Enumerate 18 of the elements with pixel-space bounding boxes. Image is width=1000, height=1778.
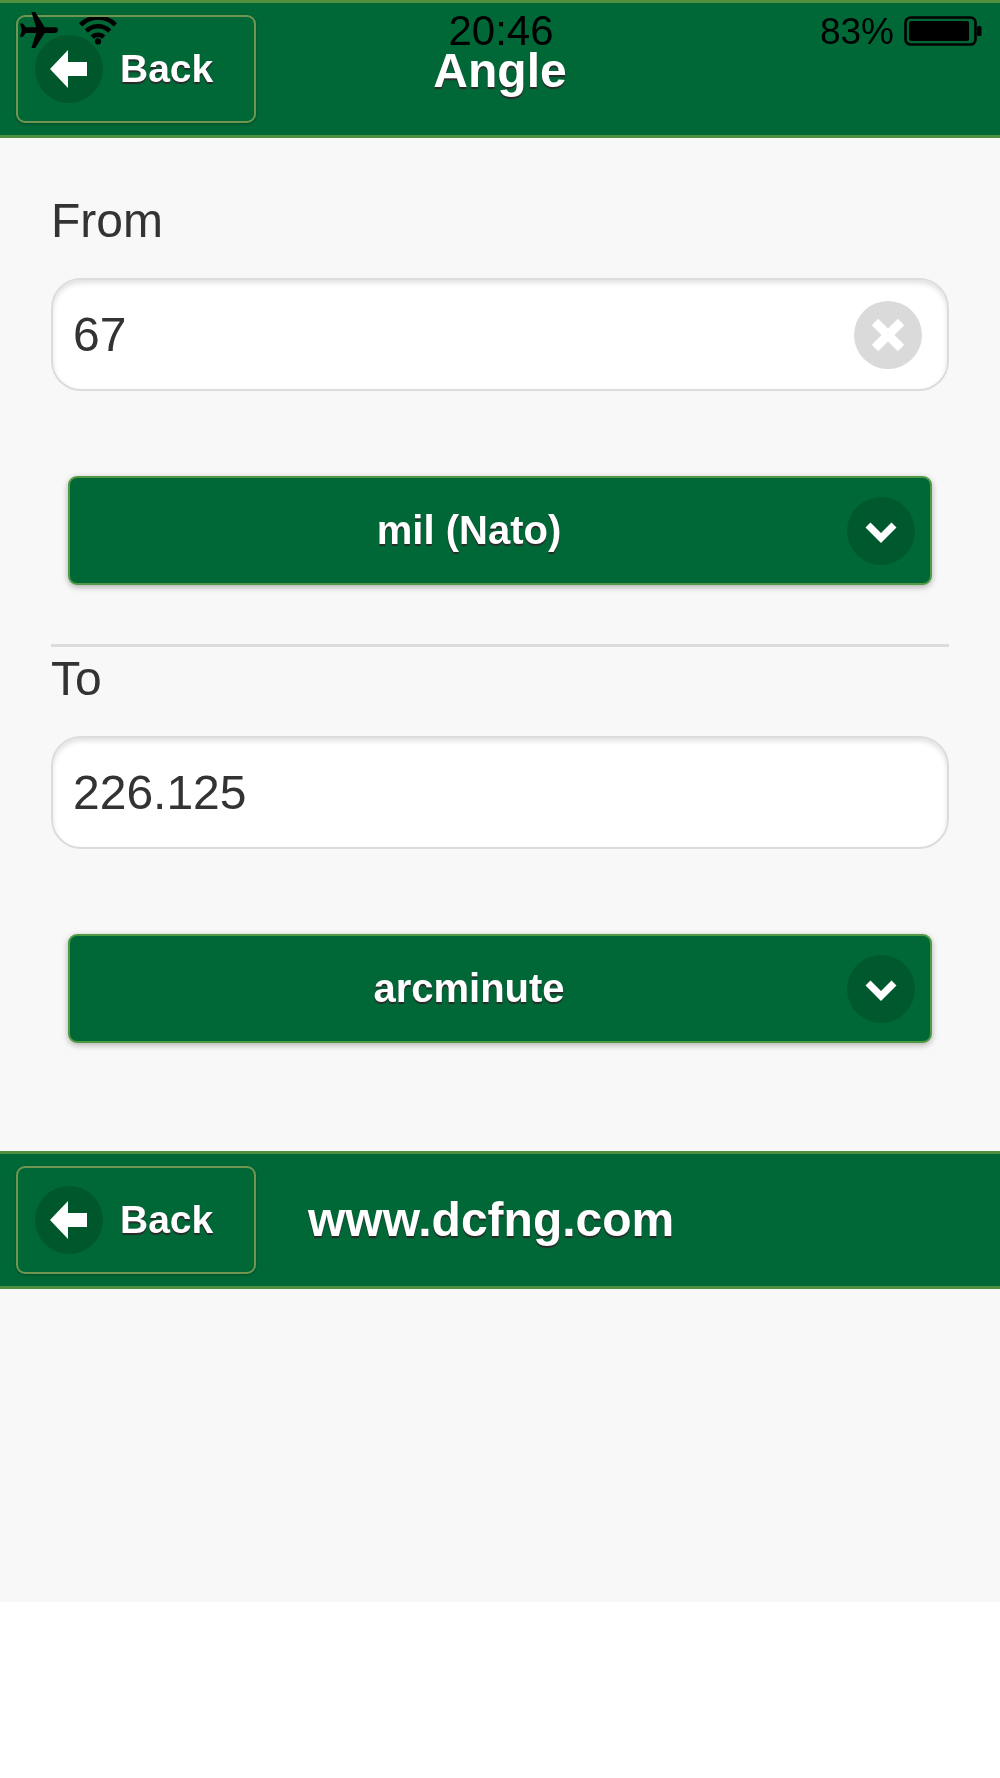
back-button[interactable]: Back [16, 15, 256, 123]
unit-select[interactable]: mil (Nato) [68, 476, 932, 585]
arrow-left-icon [35, 35, 103, 103]
chevron-down-icon [847, 954, 915, 1023]
number-input[interactable]: 226.125 [51, 736, 949, 849]
wifi-icon [78, 17, 118, 45]
unit-select[interactable]: arcminute [68, 934, 932, 1043]
field-label: To [51, 651, 102, 707]
chevron-down-icon [847, 496, 915, 565]
site-address: www.dcfng.com [308, 1193, 675, 1247]
field-label: From [51, 193, 163, 249]
number-input[interactable]: 67 [51, 278, 949, 391]
battery-percent: 83% [819, 12, 894, 50]
battery-icon [904, 16, 982, 46]
airplane-icon [20, 12, 58, 50]
back-button[interactable]: Back [16, 1166, 256, 1274]
arrow-left-icon [35, 1186, 103, 1254]
clear-icon[interactable] [854, 300, 922, 369]
